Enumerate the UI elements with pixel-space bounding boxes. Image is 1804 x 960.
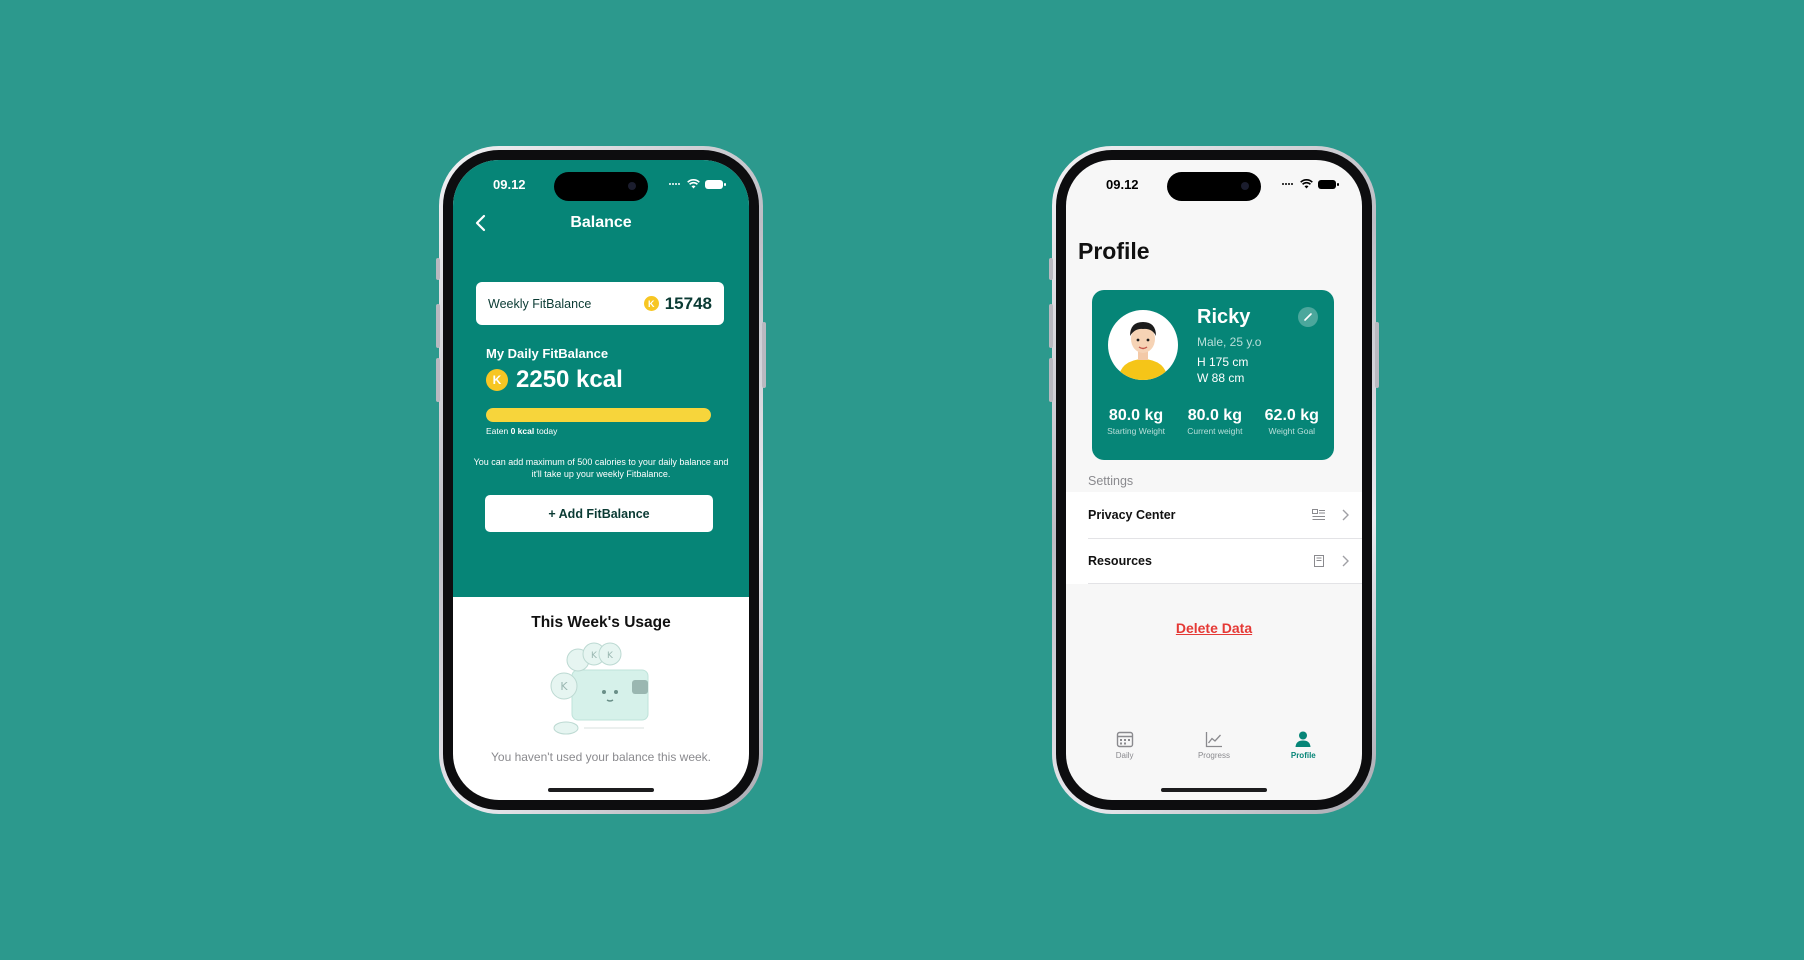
profile-screen: 09.12 Profile Ricky Male, 25 y.o H 175 c… (1066, 160, 1362, 800)
phone-balance: 09.12 Balance Weekly FitBalance K 15748 (436, 146, 766, 814)
weekly-fitbalance-amount: K 15748 (643, 293, 712, 314)
balance-screen: 09.12 Balance Weekly FitBalance K 15748 (453, 160, 749, 800)
stat-value: 80.0 kg (1187, 407, 1242, 424)
avatar-illustration (1118, 322, 1168, 380)
weekly-fitbalance-value: 15748 (664, 293, 712, 313)
status-time: 09.12 (1106, 176, 1139, 192)
tab-label: Daily (1115, 751, 1134, 760)
mute-switch (436, 258, 440, 280)
coin-icon: K (486, 369, 508, 391)
chevron-right-icon (1342, 509, 1349, 521)
stat-label: Current weight (1187, 426, 1243, 436)
mute-switch (1049, 258, 1053, 280)
edit-profile-button[interactable] (1298, 307, 1318, 327)
daily-fitbalance-label: My Daily FitBalance (486, 346, 609, 361)
eaten-today-text: Eaten 0 kcal today (486, 426, 557, 436)
phone-bezel: 09.12 Balance Weekly FitBalance K 15748 (443, 150, 759, 810)
wifi-icon (1300, 179, 1313, 189)
eaten-prefix: Eaten (486, 426, 511, 436)
battery-icon (705, 179, 726, 189)
settings-item-label: Resources (1088, 554, 1152, 568)
volume-down-button (436, 358, 440, 402)
weekly-fitbalance-label: Weekly FitBalance (488, 296, 592, 311)
stat-value: 62.0 kg (1264, 407, 1319, 424)
coin-icon: K (643, 296, 659, 311)
dynamic-island (554, 172, 648, 201)
balance-header-panel: Balance Weekly FitBalance K 15748 My Dai… (453, 160, 749, 597)
svg-text:K: K (560, 680, 568, 693)
volume-up-button (436, 304, 440, 348)
chart-line-icon (1205, 732, 1222, 748)
phone-profile: 09.12 Profile Ricky Male, 25 y.o H 175 c… (1049, 146, 1379, 814)
avatar (1108, 310, 1178, 380)
bottom-tab-bar: Daily Progress Profile (1066, 730, 1362, 770)
tab-label: Progress (1197, 751, 1230, 760)
page-title: Profile (1078, 238, 1150, 264)
daily-progress-fill (486, 408, 711, 422)
nav-bar: Balance (453, 208, 749, 238)
tab-label: Profile (1290, 751, 1316, 760)
weekly-fitbalance-card: Weekly FitBalance K 15748 (476, 282, 724, 325)
power-button (762, 322, 766, 388)
delete-data-link[interactable]: Delete Data (1066, 620, 1362, 636)
chevron-right-icon (1342, 555, 1349, 567)
book-icon (1314, 555, 1324, 567)
stat-value: 80.0 kg (1108, 407, 1164, 424)
person-icon (1295, 731, 1311, 747)
home-indicator[interactable] (1161, 788, 1267, 792)
status-time: 09.12 (493, 176, 526, 192)
stat-weight-goal: 62.0 kg Weight Goal (1265, 407, 1319, 436)
eaten-value: 0 kcal (510, 426, 535, 436)
tab-profile[interactable]: Profile (1268, 730, 1338, 770)
settings-list: Privacy Center Resources (1066, 492, 1362, 584)
privacy-list-icon (1312, 509, 1325, 520)
user-name: Ricky (1197, 306, 1251, 328)
add-fitbalance-button[interactable]: + Add FitBalance (485, 495, 713, 532)
page-title: Balance (570, 214, 632, 231)
profile-card: Ricky Male, 25 y.o H 175 cm W 88 cm 80.0… (1092, 290, 1334, 460)
phone-bezel: 09.12 Profile Ricky Male, 25 y.o H 175 c… (1056, 150, 1372, 810)
settings-item-label: Privacy Center (1088, 508, 1176, 522)
settings-section-label: Settings (1088, 474, 1134, 488)
wifi-icon (687, 179, 700, 189)
volume-up-button (1049, 304, 1053, 348)
daily-fitbalance-amount: K 2250 kcal (486, 366, 623, 394)
eaten-suffix: today (534, 426, 558, 436)
daily-progress-bar (486, 408, 711, 422)
settings-item-privacy-center[interactable]: Privacy Center (1066, 492, 1362, 538)
tab-progress[interactable]: Progress (1179, 730, 1249, 770)
stat-current-weight: 80.0 kg Current weight (1187, 407, 1242, 436)
tab-daily[interactable]: Daily (1090, 730, 1160, 770)
add-limit-info: You can add maximum of 500 calories to y… (473, 457, 729, 479)
stat-label: Weight Goal (1268, 426, 1316, 436)
pencil-icon (1304, 313, 1312, 321)
dynamic-island (1167, 172, 1261, 201)
usage-empty-text: You haven't used your balance this week. (491, 750, 711, 764)
daily-fitbalance-value: 2250 kcal (516, 366, 623, 393)
weekly-usage-title: This Week's Usage (531, 614, 671, 631)
stat-label: Starting Weight (1107, 426, 1166, 436)
empty-wallet-illustration: K K K (550, 642, 649, 735)
back-chevron-icon[interactable] (471, 213, 491, 233)
stat-starting-weight: 80.0 kg Starting Weight (1107, 407, 1165, 436)
weight-stats: 80.0 kg Starting Weight 80.0 kg Current … (1092, 407, 1334, 436)
user-gender-age: Male, 25 y.o (1197, 335, 1262, 349)
signal-dots-icon (669, 183, 680, 185)
status-icons (1281, 179, 1339, 189)
settings-item-resources[interactable]: Resources (1066, 538, 1362, 584)
user-height: H 175 cm (1197, 355, 1249, 369)
user-weight: W 88 cm (1197, 371, 1245, 385)
power-button (1375, 322, 1379, 388)
signal-dots-icon (1282, 183, 1293, 185)
battery-icon (1318, 179, 1339, 189)
volume-down-button (1049, 358, 1053, 402)
status-icons (668, 179, 726, 189)
home-indicator[interactable] (548, 788, 654, 792)
calendar-icon (1116, 731, 1133, 748)
